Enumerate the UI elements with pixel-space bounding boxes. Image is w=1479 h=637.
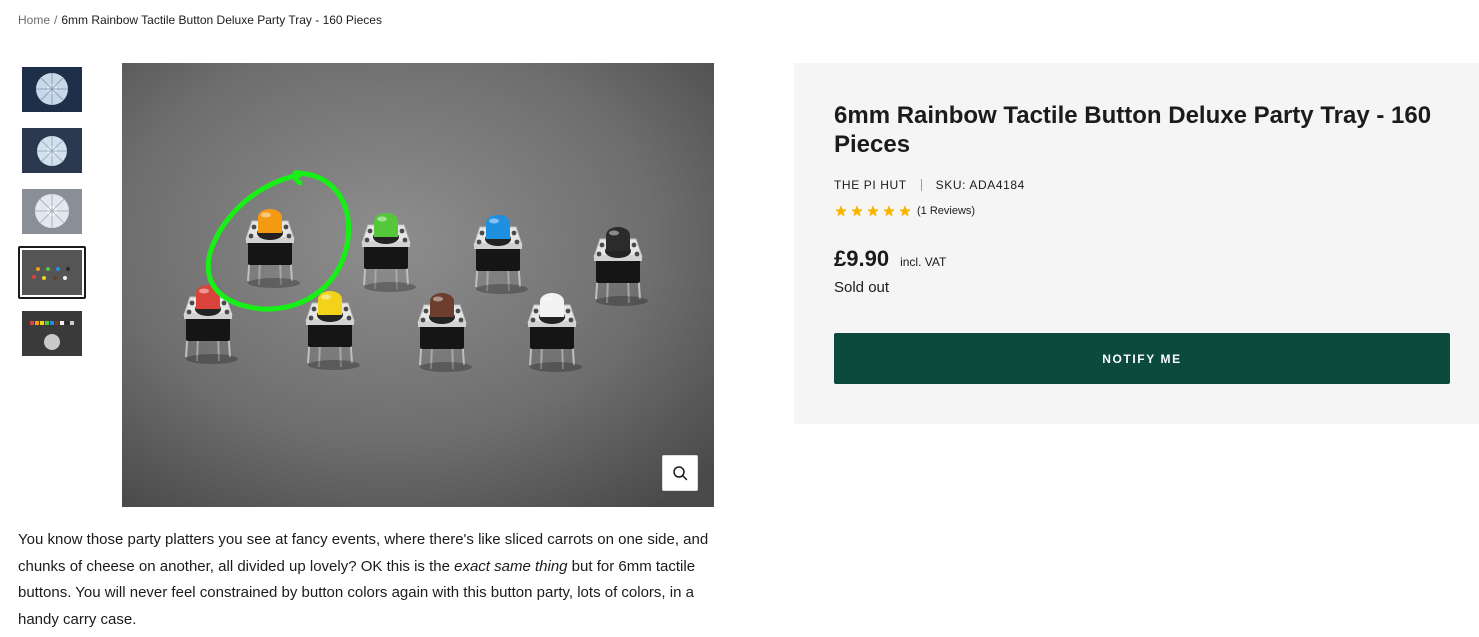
thumbnail-5[interactable] (18, 307, 86, 360)
product-price: £9.90 (834, 246, 890, 271)
breadcrumb-current: 6mm Rainbow Tactile Button Deluxe Party … (61, 13, 382, 27)
thumbnail-1[interactable] (18, 63, 86, 116)
sku-label: SKU: ADA4184 (935, 178, 1025, 192)
vendor-label[interactable]: THE PI HUT (834, 178, 907, 192)
rating-stars (834, 204, 912, 218)
product-main-image[interactable] (122, 63, 714, 507)
description-emphasis: exact same thing (454, 557, 568, 575)
breadcrumb: Home /6mm Rainbow Tactile Button Deluxe P… (18, 13, 382, 27)
zoom-button[interactable] (662, 455, 698, 491)
star-icon (835, 205, 847, 217)
thumbnail-1-image (22, 67, 82, 112)
meta-divider (920, 179, 922, 191)
thumbnail-2-image (22, 128, 82, 173)
thumbnail-3[interactable] (18, 185, 86, 238)
product-title: 6mm Rainbow Tactile Button Deluxe Party … (834, 102, 1432, 158)
breadcrumb-separator: / (54, 13, 58, 27)
star-icon (851, 205, 863, 217)
thumbnail-4[interactable] (18, 246, 86, 299)
thumbnail-2[interactable] (18, 124, 86, 177)
star-icon (883, 205, 895, 217)
magnifier-icon (673, 466, 688, 481)
price-row: £9.90 incl. VAT (834, 246, 946, 272)
breadcrumb-home-link[interactable]: Home (18, 13, 50, 27)
thumbnail-5-image (22, 311, 82, 356)
product-description: You know those party platters you see at… (18, 527, 718, 633)
thumbnail-4-image (22, 250, 82, 295)
notify-me-button[interactable]: NOTIFY ME (834, 333, 1450, 384)
tax-note: incl. VAT (900, 255, 947, 269)
thumbnail-3-image (22, 189, 82, 234)
stock-status: Sold out (834, 279, 890, 296)
star-icon (867, 205, 879, 217)
star-icon (899, 205, 911, 217)
product-info-panel: 6mm Rainbow Tactile Button Deluxe Party … (794, 63, 1479, 424)
product-meta: THE PI HUT SKU: ADA4184 (834, 178, 1025, 192)
product-rating[interactable]: (1 Reviews) (834, 204, 975, 218)
product-photo (122, 63, 714, 507)
reviews-count[interactable]: (1 Reviews) (917, 205, 975, 217)
